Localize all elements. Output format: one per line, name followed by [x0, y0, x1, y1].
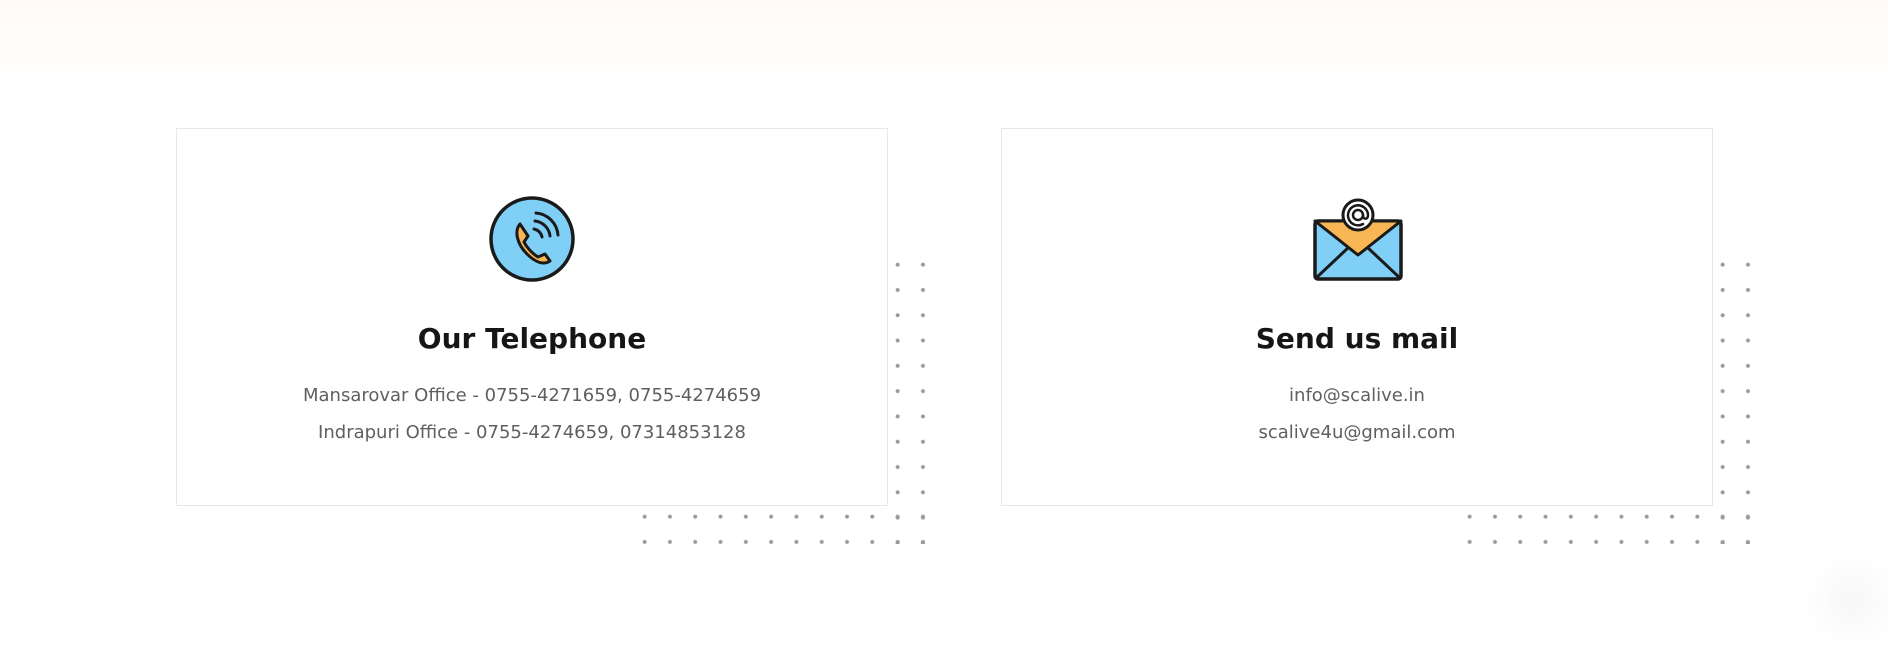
phone-line-mansarovar: Mansarovar Office - 0755-4271659, 0755-4… [302, 385, 762, 406]
card-title: Our Telephone [417, 322, 647, 355]
telephone-contact-card: Our Telephone Mansarovar Office - 0755-4… [176, 128, 888, 506]
email-link-gmail[interactable]: scalive4u@gmail.com [1002, 420, 1712, 446]
mail-envelope-icon [1309, 191, 1405, 287]
email-link-info[interactable]: info@scalive.in [1002, 383, 1712, 409]
dot-pattern-horizontal [1457, 504, 1760, 554]
mail-contact-card: Send us mail info@scalive.in scalive4u@g… [1001, 128, 1713, 506]
dot-pattern-horizontal [632, 504, 935, 554]
telephone-icon [484, 191, 580, 287]
phone-line-indrapuri: Indrapuri Office - 0755-4274659, 0731485… [318, 422, 746, 443]
dot-pattern-vertical [885, 252, 935, 544]
corner-decoration [1798, 556, 1888, 646]
card-title: Send us mail [1255, 322, 1459, 355]
top-background-band [0, 0, 1888, 90]
dot-pattern-vertical [1710, 252, 1760, 544]
